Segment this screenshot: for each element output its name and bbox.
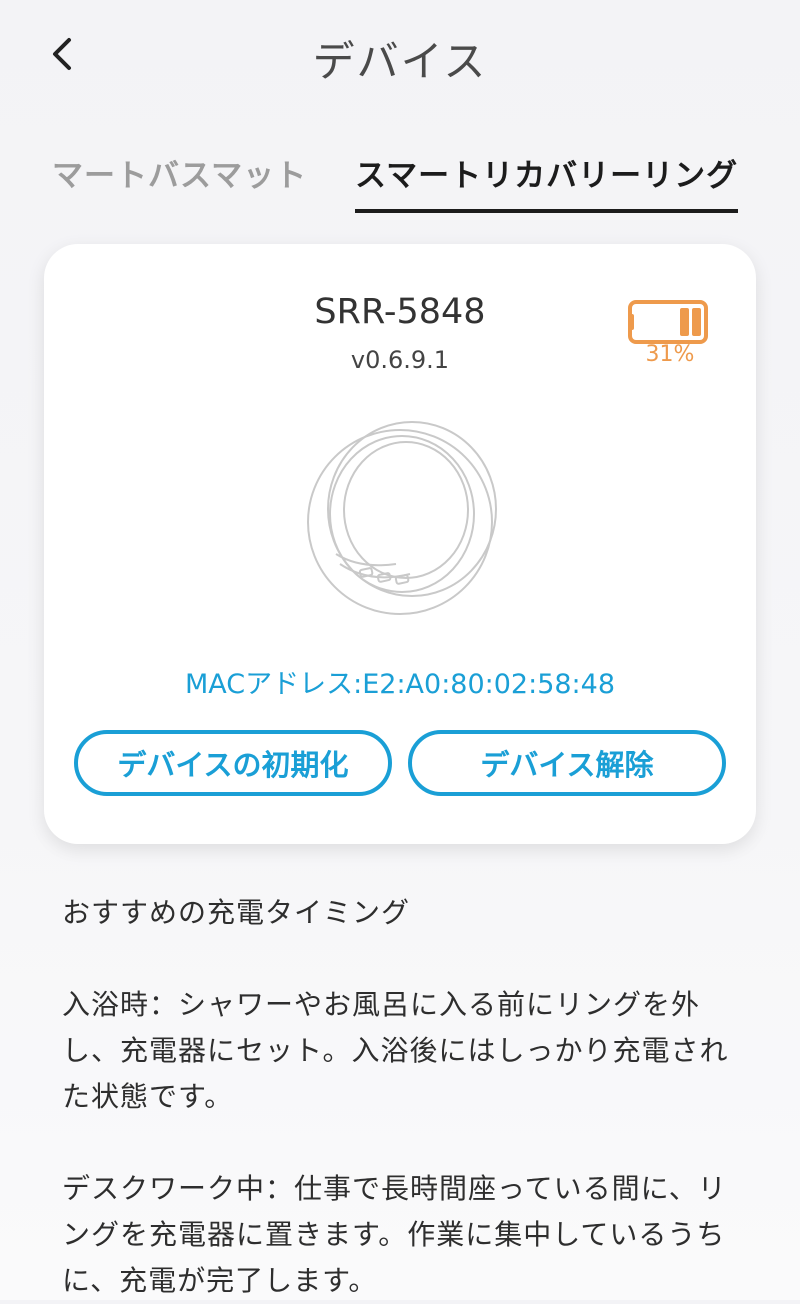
reset-device-button[interactable]: デバイスの初期化	[74, 730, 392, 796]
page-title: デバイス	[312, 37, 488, 86]
charging-tips-heading: おすすめの充電タイミング	[62, 896, 411, 929]
tab-bar: マートバスマット スマートリカバリーリング	[0, 150, 800, 213]
tip-bath: 入浴時：シャワーやお風呂に入る前にリングを外し、充電器にセット。入浴後にはしっか…	[62, 988, 729, 1113]
tip-desk: デスクワーク中：仕事で長時間座っている間に、リングを充電器に置きます。作業に集中…	[62, 1172, 727, 1297]
header: デバイス	[0, 0, 800, 110]
tab-recovery-ring[interactable]: スマートリカバリーリング	[355, 150, 739, 213]
battery-percent: 31%	[645, 342, 695, 367]
smart-ring-image	[307, 421, 497, 615]
mac-address: MACアドレス:E2:A0:80:02:58:48	[184, 669, 616, 700]
tab-bath-mat[interactable]: マートバスマット	[52, 150, 307, 209]
unpair-device-button[interactable]: デバイス解除	[408, 730, 726, 796]
device-card: SRR-5848 v0.6.9.1 31% MACアドレス:E2:A0:80:0…	[44, 244, 756, 844]
charging-tips: おすすめの充電タイミング 入浴時：シャワーやお風呂に入る前にリングを外し、充電器…	[62, 890, 742, 1304]
